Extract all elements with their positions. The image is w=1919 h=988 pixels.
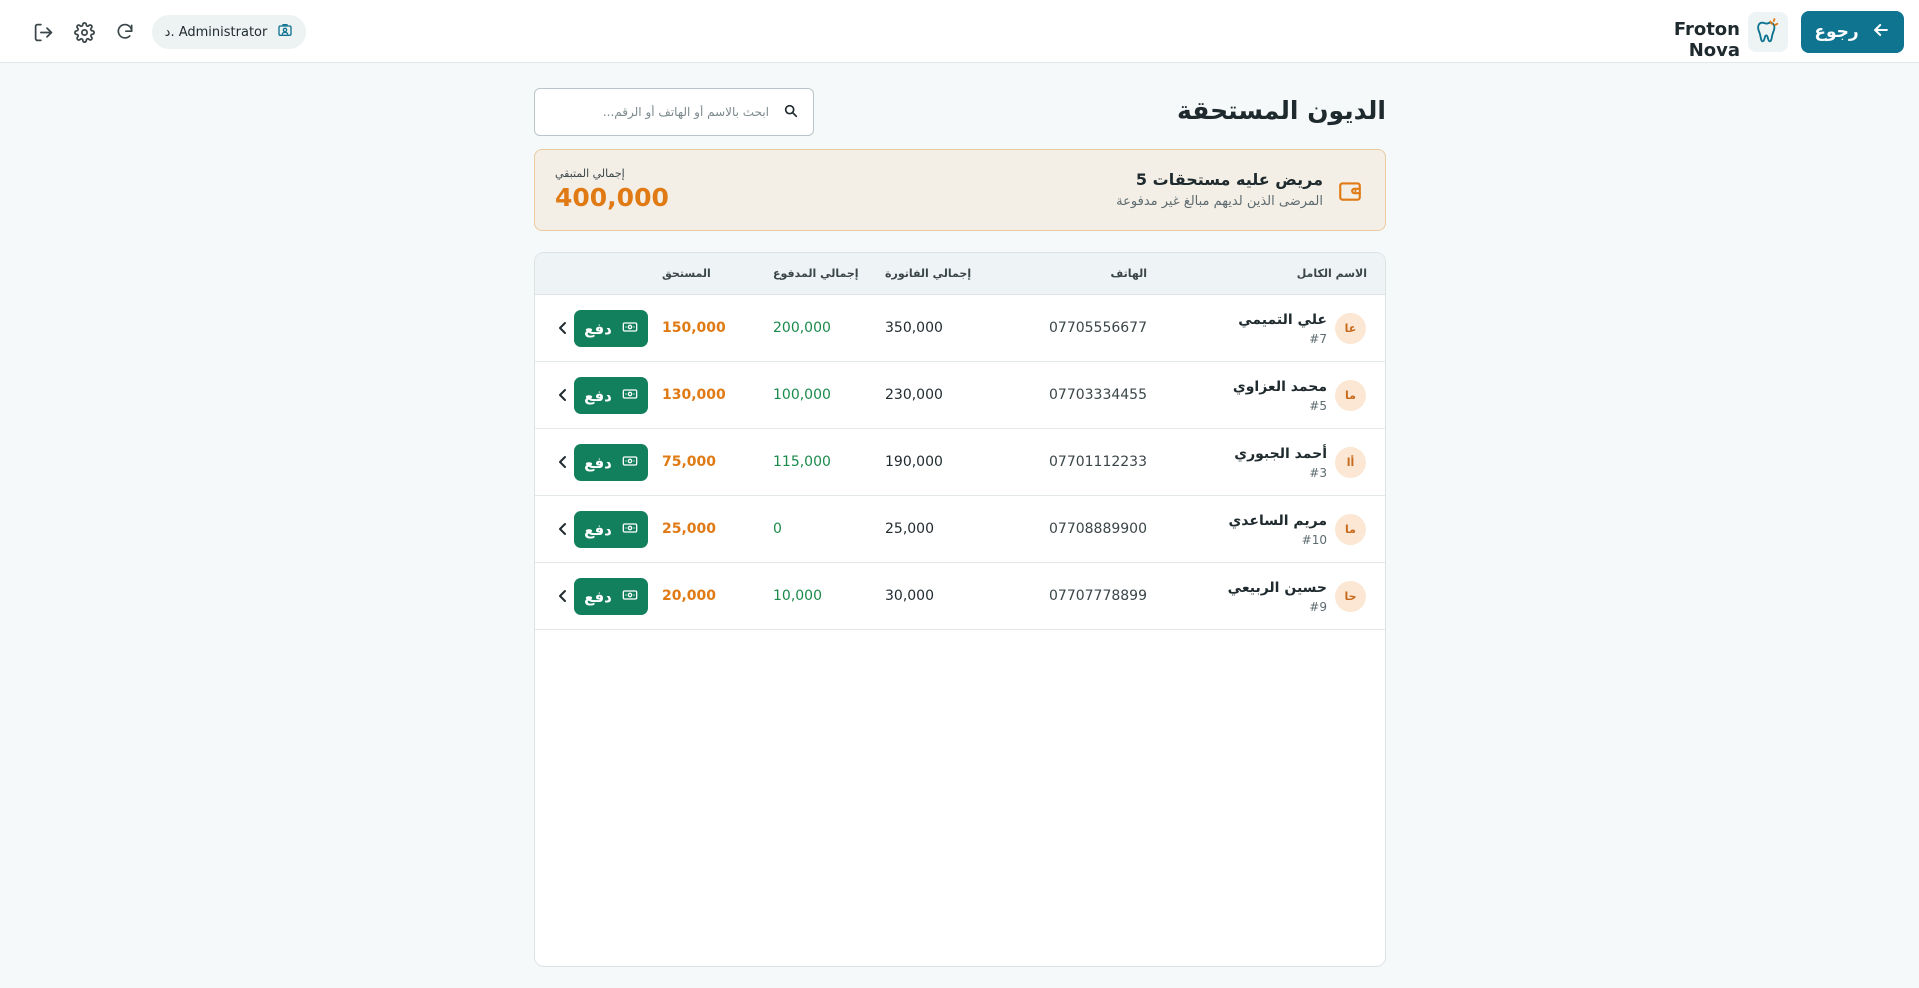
tooth-logo-icon	[1748, 12, 1788, 52]
paid-total: 115,000	[773, 454, 831, 470]
paid-total: 100,000	[773, 387, 831, 403]
pay-button[interactable]: دفع	[574, 444, 648, 481]
phone: 07707778899	[1049, 588, 1147, 604]
phone: 07705556677	[1049, 320, 1147, 336]
user-label: د. Administrator	[164, 24, 268, 40]
page-title: الديون المستحقة	[1176, 96, 1386, 125]
col-invoice: إجمالي الفاتورة	[885, 267, 972, 280]
chevron-left-icon[interactable]	[555, 519, 571, 539]
pay-button[interactable]: دفع	[574, 377, 648, 414]
patient-name: مريم الساعدي	[1228, 513, 1327, 529]
paid-total: 0	[773, 521, 782, 537]
chevron-left-icon[interactable]	[555, 385, 571, 405]
banknote-icon	[622, 453, 638, 473]
refresh-icon[interactable]	[113, 20, 137, 44]
col-phone: الهاتف	[1110, 267, 1147, 280]
pay-button[interactable]: دفع	[574, 578, 648, 615]
pay-button[interactable]: دفع	[574, 310, 648, 347]
search-box[interactable]	[534, 88, 814, 136]
chevron-left-icon[interactable]	[555, 318, 571, 338]
total-remaining-label: إجمالي المتبقي	[555, 167, 625, 180]
arrow-left-icon	[1871, 20, 1891, 45]
brand-name: Froton Nova	[1673, 19, 1740, 61]
pay-label: دفع	[584, 587, 612, 606]
invoice-total: 190,000	[885, 454, 943, 470]
back-button[interactable]: رجوع	[1801, 11, 1904, 53]
patient-id: #3	[1309, 466, 1327, 480]
phone: 07708889900	[1049, 521, 1147, 537]
summary-subtitle: المرضى الذين لديهم مبالغ غير مدفوعة	[1116, 194, 1323, 209]
patient-name: أحمد الجبوري	[1234, 446, 1327, 462]
invoice-total: 350,000	[885, 320, 943, 336]
patient-name: حسين الربيعي	[1227, 580, 1327, 596]
phone: 07701112233	[1049, 454, 1147, 470]
col-due: المستحق	[662, 267, 711, 280]
user-chip[interactable]: د. Administrator	[152, 15, 306, 49]
table-row[interactable]: عا علي التميمي #7 07705556677 350,000 20…	[535, 295, 1385, 362]
patient-name: محمد العزاوي	[1232, 379, 1327, 395]
banknote-icon	[622, 319, 638, 339]
chevron-left-icon[interactable]	[555, 586, 571, 606]
pay-label: دفع	[584, 319, 612, 338]
logout-icon[interactable]	[31, 20, 55, 44]
banknote-icon	[622, 386, 638, 406]
chevron-left-icon[interactable]	[555, 452, 571, 472]
banknote-icon	[622, 587, 638, 607]
patient-id: #5	[1309, 399, 1327, 413]
table-header: الاسم الكامل الهاتف إجمالي الفاتورة إجما…	[535, 253, 1385, 295]
summary-title: 5 مريض عليه مستحقات	[1135, 170, 1323, 189]
col-paid: إجمالي المدفوع	[773, 267, 859, 280]
debts-table: الاسم الكامل الهاتف إجمالي الفاتورة إجما…	[534, 252, 1386, 967]
search-input[interactable]	[549, 105, 769, 119]
invoice-total: 30,000	[885, 588, 934, 604]
total-remaining-value: 400,000	[555, 183, 669, 212]
col-name: الاسم الكامل	[1296, 267, 1367, 280]
patient-id: #10	[1301, 533, 1327, 547]
due-amount: 150,000	[662, 320, 726, 336]
pay-label: دفع	[584, 520, 612, 539]
due-amount: 130,000	[662, 387, 726, 403]
table-row[interactable]: ما مريم الساعدي #10 07708889900 25,000 0…	[535, 496, 1385, 563]
summary-card: 5 مريض عليه مستحقات المرضى الذين لديهم م…	[534, 149, 1386, 231]
avatar: أا	[1335, 447, 1366, 478]
top-bar: رجوع Froton Nova د. Administrator	[0, 0, 1919, 63]
invoice-total: 25,000	[885, 521, 934, 537]
due-amount: 25,000	[662, 521, 717, 537]
wallet-icon	[1337, 178, 1363, 204]
search-icon	[783, 103, 799, 123]
table-row[interactable]: ما محمد العزاوي #5 07703334455 230,000 1…	[535, 362, 1385, 429]
avatar: ما	[1335, 514, 1366, 545]
pay-label: دفع	[584, 386, 612, 405]
table-row[interactable]: حا حسين الربيعي #9 07707778899 30,000 10…	[535, 563, 1385, 630]
table-row[interactable]: أا أحمد الجبوري #3 07701112233 190,000 1…	[535, 429, 1385, 496]
back-label: رجوع	[1814, 22, 1859, 42]
paid-total: 200,000	[773, 320, 831, 336]
settings-icon[interactable]	[72, 20, 96, 44]
due-amount: 20,000	[662, 588, 717, 604]
avatar: عا	[1335, 313, 1366, 344]
due-amount: 75,000	[662, 454, 717, 470]
patient-id: #9	[1309, 600, 1327, 614]
patient-id: #7	[1309, 332, 1327, 346]
pay-label: دفع	[584, 453, 612, 472]
id-badge-icon	[277, 22, 293, 42]
avatar: حا	[1335, 581, 1366, 612]
phone: 07703334455	[1049, 387, 1147, 403]
patient-name: علي التميمي	[1238, 312, 1327, 328]
invoice-total: 230,000	[885, 387, 943, 403]
paid-total: 10,000	[773, 588, 822, 604]
banknote-icon	[622, 520, 638, 540]
avatar: ما	[1335, 380, 1366, 411]
pay-button[interactable]: دفع	[574, 511, 648, 548]
